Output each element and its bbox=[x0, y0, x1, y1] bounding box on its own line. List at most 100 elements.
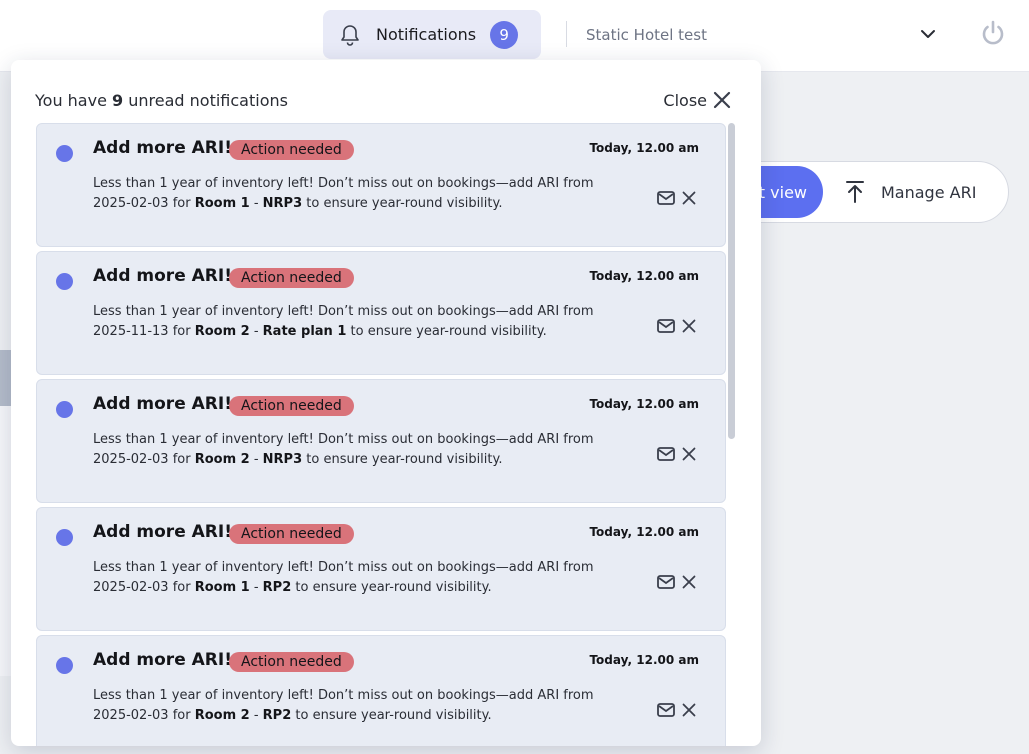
body-rate: NRP3 bbox=[262, 196, 303, 211]
view-button-label: t view bbox=[758, 182, 807, 202]
mark-read-mail-icon[interactable] bbox=[657, 702, 675, 717]
body-text: Less than 1 year of inventory left! Don’… bbox=[93, 176, 594, 191]
notification-time: Today, 12.00 am bbox=[589, 653, 699, 667]
chevron-down-icon[interactable] bbox=[918, 26, 938, 42]
scrollbar-thumb[interactable] bbox=[728, 123, 735, 439]
body-dash: - bbox=[249, 324, 263, 339]
notification-item[interactable]: Add more ARI! Action needed Today, 12.00… bbox=[36, 507, 726, 631]
body-text: Less than 1 year of inventory left! Don’… bbox=[93, 432, 594, 447]
body-for: for bbox=[168, 452, 195, 467]
notification-title: Add more ARI! bbox=[93, 522, 232, 542]
body-date: 2025-02-03 bbox=[93, 196, 169, 211]
unread-dot-icon bbox=[56, 657, 73, 674]
body-rate: RP2 bbox=[262, 708, 292, 723]
dismiss-close-icon[interactable] bbox=[682, 318, 696, 333]
body-room: Room 2 bbox=[194, 452, 250, 467]
body-dash: - bbox=[249, 452, 263, 467]
notification-title: Add more ARI! bbox=[93, 394, 232, 414]
notification-body: Less than 1 year of inventory left! Don’… bbox=[93, 558, 653, 598]
unread-dot-icon bbox=[56, 529, 73, 546]
panel-header: You have 9 unread notifications Close bbox=[35, 88, 731, 112]
body-tail: to ensure year-round visibility. bbox=[302, 452, 503, 467]
body-rate: NRP3 bbox=[262, 452, 303, 467]
notification-time: Today, 12.00 am bbox=[589, 141, 699, 155]
body-text: Less than 1 year of inventory left! Don’… bbox=[93, 560, 594, 575]
close-button[interactable]: Close bbox=[663, 91, 731, 110]
notification-item[interactable]: Add more ARI! Action needed Today, 12.00… bbox=[36, 123, 726, 247]
body-for: for bbox=[168, 324, 195, 339]
action-needed-badge: Action needed bbox=[229, 524, 354, 544]
notification-body: Less than 1 year of inventory left! Don’… bbox=[93, 430, 653, 470]
mark-read-mail-icon[interactable] bbox=[657, 190, 675, 205]
body-tail: to ensure year-round visibility. bbox=[291, 708, 492, 723]
notification-title: Add more ARI! bbox=[93, 138, 232, 158]
unread-suffix: unread notifications bbox=[123, 90, 288, 110]
body-date: 2025-11-13 bbox=[93, 324, 169, 339]
body-for: for bbox=[168, 580, 195, 595]
body-dash: - bbox=[249, 708, 263, 723]
body-room: Room 1 bbox=[194, 196, 250, 211]
body-tail: to ensure year-round visibility. bbox=[302, 196, 503, 211]
dismiss-close-icon[interactable] bbox=[682, 190, 696, 205]
action-needed-badge: Action needed bbox=[229, 140, 354, 160]
bell-icon bbox=[339, 24, 361, 46]
action-needed-badge: Action needed bbox=[229, 652, 354, 672]
body-rate: Rate plan 1 bbox=[262, 324, 347, 339]
notification-actions bbox=[657, 574, 696, 589]
body-date: 2025-02-03 bbox=[93, 452, 169, 467]
body-tail: to ensure year-round visibility. bbox=[291, 580, 492, 595]
unread-summary: You have 9 unread notifications bbox=[35, 91, 288, 110]
topbar-divider bbox=[566, 21, 567, 47]
notification-item[interactable]: Add more ARI! Action needed Today, 12.00… bbox=[36, 635, 726, 746]
action-needed-badge: Action needed bbox=[229, 268, 354, 288]
notification-body: Less than 1 year of inventory left! Don’… bbox=[93, 686, 653, 726]
notification-title: Add more ARI! bbox=[93, 650, 232, 670]
body-for: for bbox=[168, 708, 195, 723]
action-needed-badge: Action needed bbox=[229, 396, 354, 416]
dismiss-close-icon[interactable] bbox=[682, 574, 696, 589]
body-text: Less than 1 year of inventory left! Don’… bbox=[93, 688, 594, 703]
dismiss-close-icon[interactable] bbox=[682, 446, 696, 461]
mark-read-mail-icon[interactable] bbox=[657, 574, 675, 589]
mark-read-mail-icon[interactable] bbox=[657, 318, 675, 333]
upload-icon bbox=[845, 180, 865, 204]
notifications-button[interactable]: Notifications 9 bbox=[323, 10, 541, 59]
mark-read-mail-icon[interactable] bbox=[657, 446, 675, 461]
notification-actions bbox=[657, 318, 696, 333]
notification-actions bbox=[657, 446, 696, 461]
body-room: Room 2 bbox=[194, 324, 250, 339]
body-rate: RP2 bbox=[262, 580, 292, 595]
notification-body: Less than 1 year of inventory left! Don’… bbox=[93, 174, 653, 214]
body-date: 2025-02-03 bbox=[93, 708, 169, 723]
notification-time: Today, 12.00 am bbox=[589, 525, 699, 539]
notifications-label: Notifications bbox=[376, 25, 477, 44]
unread-dot-icon bbox=[56, 401, 73, 418]
unread-count: 9 bbox=[112, 90, 124, 110]
notification-time: Today, 12.00 am bbox=[589, 397, 699, 411]
hotel-selector-label[interactable]: Static Hotel test bbox=[586, 26, 707, 44]
unread-dot-icon bbox=[56, 145, 73, 162]
notification-list: Add more ARI! Action needed Today, 12.00… bbox=[36, 123, 726, 746]
notification-actions bbox=[657, 190, 696, 205]
body-tail: to ensure year-round visibility. bbox=[346, 324, 547, 339]
close-label: Close bbox=[663, 90, 707, 110]
power-icon[interactable] bbox=[978, 18, 1008, 48]
notification-actions bbox=[657, 702, 696, 717]
unread-dot-icon bbox=[56, 273, 73, 290]
manage-ari-label: Manage ARI bbox=[881, 182, 977, 202]
notification-item[interactable]: Add more ARI! Action needed Today, 12.00… bbox=[36, 379, 726, 503]
notification-title: Add more ARI! bbox=[93, 266, 232, 286]
notifications-count-badge: 9 bbox=[490, 20, 519, 49]
body-room: Room 2 bbox=[194, 708, 250, 723]
notification-body: Less than 1 year of inventory left! Don’… bbox=[93, 302, 653, 342]
body-text: Less than 1 year of inventory left! Don’… bbox=[93, 304, 594, 319]
body-for: for bbox=[168, 196, 195, 211]
notification-item[interactable]: Add more ARI! Action needed Today, 12.00… bbox=[36, 251, 726, 375]
body-date: 2025-02-03 bbox=[93, 580, 169, 595]
notifications-panel: You have 9 unread notifications Close Ad… bbox=[11, 60, 761, 746]
body-room: Room 1 bbox=[194, 580, 250, 595]
manage-ari-button[interactable]: Manage ARI bbox=[845, 178, 976, 206]
dismiss-close-icon[interactable] bbox=[682, 702, 696, 717]
unread-prefix: You have bbox=[35, 90, 113, 110]
close-icon bbox=[713, 91, 731, 109]
